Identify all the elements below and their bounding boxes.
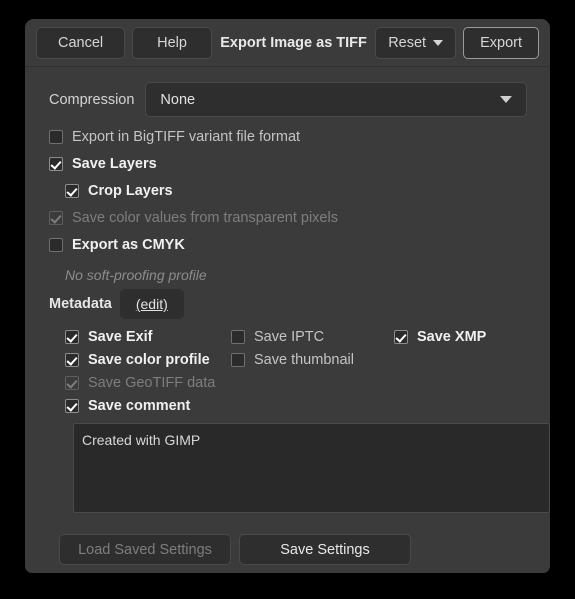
comment-textarea[interactable] [73, 423, 550, 513]
checkbox-row-save-thumbnail[interactable]: Save thumbnail [231, 346, 354, 373]
metadata-options-grid: Save Exif Save color profile Save GeoTIF… [39, 323, 536, 419]
checkbox-save-comment[interactable] [65, 398, 79, 413]
export-image-dialog: Cancel Help Export Image as TIFF Reset E… [25, 19, 550, 573]
checkbox-label-save-color-profile: Save color profile [88, 351, 210, 368]
checkbox-label-save-xmp: Save XMP [417, 328, 487, 345]
checkbox-row-save-transparent-color: Save color values from transparent pixel… [49, 204, 536, 231]
dialog-title: Export Image as TIFF [220, 34, 367, 51]
checkbox-label-save-iptc: Save IPTC [254, 328, 325, 345]
checkbox-label-save-comment: Save comment [88, 397, 191, 414]
checkbox-save-thumbnail[interactable] [231, 352, 245, 367]
soft-proofing-note: No soft-proofing profile [65, 267, 207, 283]
compression-row: Compression None [39, 82, 536, 117]
cancel-button[interactable]: Cancel [36, 26, 126, 59]
settings-buttons-row: Load Saved Settings Save Settings [59, 534, 536, 565]
reset-button[interactable]: Reset [375, 26, 457, 59]
checkbox-row-crop-layers[interactable]: Crop Layers [49, 177, 536, 204]
checkbox-row-save-xmp[interactable]: Save XMP [394, 323, 486, 350]
compression-label: Compression [49, 91, 135, 108]
compression-selected-value: None [160, 91, 196, 108]
checkbox-save-geotiff [65, 375, 79, 390]
checkbox-label-save-exif: Save Exif [88, 328, 153, 345]
checkbox-label-save-thumbnail: Save thumbnail [254, 351, 354, 368]
checkbox-save-iptc[interactable] [231, 329, 245, 344]
checkbox-row-save-comment[interactable]: Save comment [65, 392, 190, 419]
metadata-label: Metadata [49, 296, 112, 312]
compression-select[interactable]: None [145, 82, 527, 117]
chevron-down-icon [433, 39, 444, 46]
metadata-header: Metadata (edit) [39, 289, 536, 319]
checkbox-save-layers[interactable] [49, 156, 63, 171]
export-button[interactable]: Export [463, 26, 539, 59]
metadata-edit-button[interactable]: (edit) [119, 289, 184, 319]
checkbox-label-bigtiff: Export in BigTIFF variant file format [72, 128, 301, 145]
chevron-down-icon [500, 96, 512, 103]
checkbox-export-cmyk[interactable] [49, 237, 63, 252]
dialog-header-bar: Cancel Help Export Image as TIFF Reset E… [25, 19, 550, 67]
checkbox-row-save-layers[interactable]: Save Layers [49, 150, 536, 177]
checkbox-label-save-geotiff: Save GeoTIFF data [88, 374, 216, 391]
checkbox-label-export-cmyk: Export as CMYK [72, 236, 185, 253]
load-saved-settings-button[interactable]: Load Saved Settings [59, 534, 231, 565]
save-settings-button[interactable]: Save Settings [239, 534, 411, 565]
reset-button-label: Reset [388, 34, 427, 51]
checkbox-label-crop-layers: Crop Layers [88, 182, 173, 199]
checkbox-save-exif[interactable] [65, 329, 79, 344]
checkbox-save-transparent-color [49, 210, 63, 225]
dialog-body: Compression None Export in BigTIFF varia… [25, 82, 550, 565]
help-button[interactable]: Help [132, 26, 212, 59]
checkbox-save-color-profile[interactable] [65, 352, 79, 367]
checkbox-label-save-layers: Save Layers [72, 155, 157, 172]
checkbox-crop-layers[interactable] [65, 183, 79, 198]
checkbox-save-xmp[interactable] [394, 329, 408, 344]
checkbox-row-export-cmyk[interactable]: Export as CMYK [49, 231, 536, 258]
checkbox-label-save-transparent-color: Save color values from transparent pixel… [72, 209, 338, 226]
checkbox-bigtiff[interactable] [49, 129, 63, 144]
checkbox-row-bigtiff[interactable]: Export in BigTIFF variant file format [49, 123, 536, 150]
export-options-list: Export in BigTIFF variant file format Sa… [39, 123, 536, 258]
